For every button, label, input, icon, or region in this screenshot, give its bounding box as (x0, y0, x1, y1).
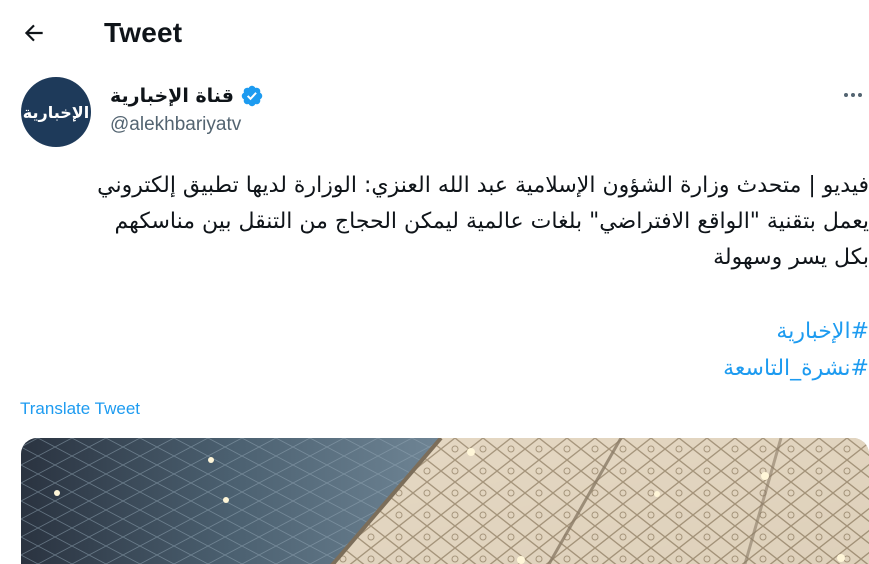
author-name-row[interactable]: قناة الإخبارية (110, 82, 264, 110)
video-thumbnail-image (21, 438, 869, 564)
tweet-text-line: يعمل بتقنية "الواقع الافتراضي" بلغات عال… (114, 209, 869, 234)
tweet-video-thumbnail[interactable] (21, 438, 869, 564)
top-bar: Tweet (0, 0, 869, 64)
more-options-button[interactable] (836, 80, 869, 110)
tweet-page: Tweet الإخبارية قناة الإخبارية @alekhbar… (0, 0, 869, 564)
avatar[interactable]: الإخبارية (21, 77, 91, 147)
tweet-text: فيديو | متحدث وزارة الشؤون الإسلامية عبد… (20, 168, 869, 276)
author-handle[interactable]: @alekhbariyatv (110, 114, 241, 136)
hashtag-link[interactable]: #الإخبارية (20, 313, 869, 350)
author-name[interactable]: قناة الإخبارية (110, 85, 234, 107)
translate-tweet-link[interactable]: Translate Tweet (20, 397, 140, 421)
back-button[interactable] (14, 13, 54, 53)
hashtag-link[interactable]: #نشرة_التاسعة (20, 350, 869, 387)
tweet-text-line: بكل يسر وسهولة (713, 245, 869, 270)
more-horizontal-icon (844, 93, 862, 97)
arrow-left-icon (24, 24, 43, 42)
hashtag-list: #الإخبارية #نشرة_التاسعة (20, 313, 869, 387)
avatar-logo-text: الإخبارية (22, 102, 90, 122)
verified-badge-icon (240, 84, 264, 108)
page-title: Tweet (104, 17, 183, 48)
tweet-text-line: فيديو | متحدث وزارة الشؤون الإسلامية عبد… (97, 173, 869, 198)
